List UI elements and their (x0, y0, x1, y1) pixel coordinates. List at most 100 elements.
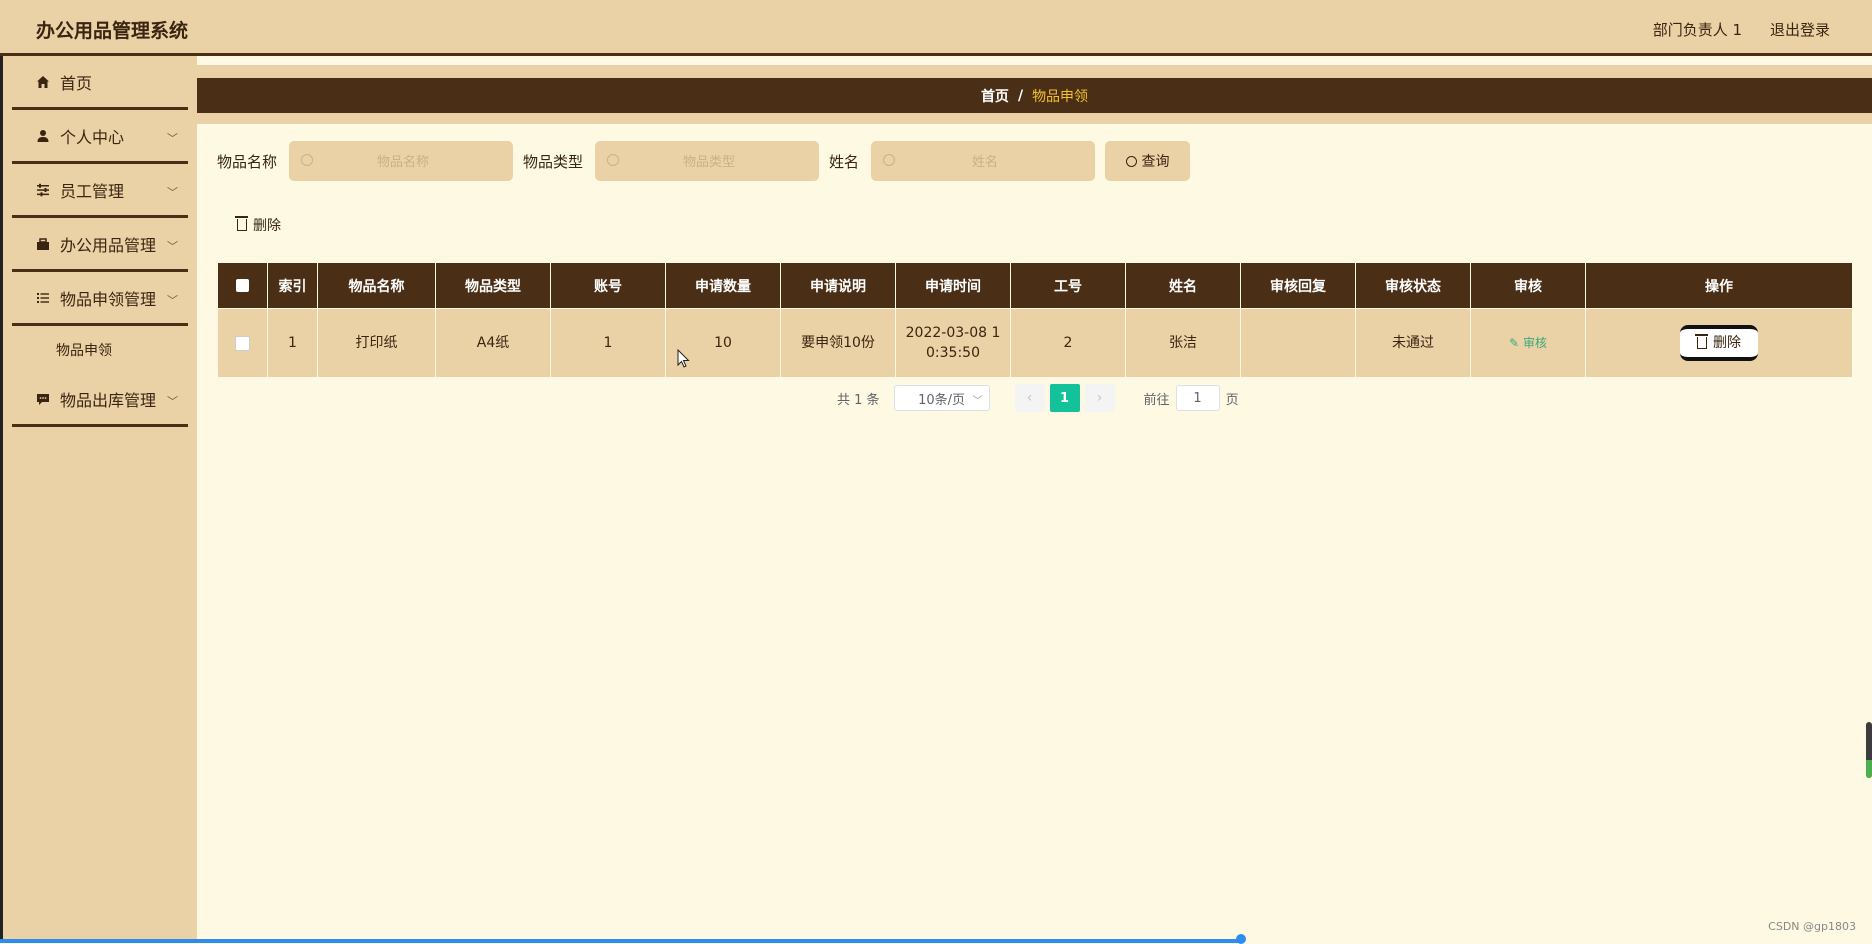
row-delete-button[interactable]: 删除 (1680, 325, 1758, 361)
goto-label: 前往 (1143, 392, 1170, 408)
sidebar-item-label: 个人中心 (60, 127, 125, 147)
top-header: 办公用品管理系统 部门负责人 1 退出登录 (0, 0, 1872, 56)
logout-link[interactable]: 退出登录 (1770, 19, 1830, 40)
column-header: 物品名称 (317, 262, 436, 309)
sidebar-subitem-requisition[interactable]: 物品申领 (3, 326, 197, 373)
column-header: 操作 (1585, 262, 1853, 309)
sidebar: 首页 个人中心 ﹀ 员工管理 ﹀ 办公用品管理 ﹀ 物品申领管理 ﹀ 物品申领 … (3, 56, 197, 943)
page-suffix: 页 (1225, 392, 1239, 408)
item-name-label: 物品名称 (217, 152, 278, 171)
user-icon (37, 129, 49, 142)
sidebar-item-employee-management[interactable]: 员工管理 ﹀ (12, 164, 188, 218)
column-header: 申请时间 (895, 262, 1011, 309)
chat-icon (37, 393, 49, 405)
table-header-row: 索引 物品名称 物品类型 账号 申请数量 申请说明 申请时间 工号 姓名 审核回… (217, 262, 1853, 309)
trash-icon (235, 216, 248, 231)
search-icon (301, 154, 314, 166)
prev-page-button[interactable]: ‹ (1014, 384, 1045, 412)
search-form: 物品名称 物品类型 姓名 查询 (217, 141, 1191, 183)
sidebar-item-home[interactable]: 首页 (12, 56, 188, 110)
sidebar-item-personal-center[interactable]: 个人中心 ﹀ (12, 110, 188, 164)
video-progress-bar[interactable] (0, 939, 1242, 943)
row-checkbox[interactable] (235, 335, 250, 351)
query-button[interactable]: 查询 (1105, 141, 1191, 181)
pagination: 共 1 条 10条/页 ﹀ ‹ 1 › 前往 页 (837, 384, 1239, 412)
item-type-input[interactable] (595, 141, 824, 183)
cell-time-line1: 2022-03-08 1 (905, 325, 1001, 341)
goto-page-input[interactable] (1175, 385, 1220, 411)
cell-account: 1 (550, 308, 666, 378)
sidebar-item-requisition-management[interactable]: 物品申领管理 ﹀ (12, 272, 188, 326)
name-field[interactable] (871, 141, 1100, 183)
table-row: 1 打印纸 A4纸 1 10 要申领10份 2022-03-08 1 0:35:… (217, 308, 1853, 378)
chevron-down-icon: ﹀ (167, 294, 178, 307)
sidebar-item-office-supplies[interactable]: 办公用品管理 ﹀ (12, 218, 188, 272)
sidebar-item-label: 首页 (60, 73, 93, 93)
scrollbar-accent (1866, 760, 1872, 778)
batch-delete-label: 删除 (253, 218, 281, 234)
cell-employee-no: 2 (1010, 308, 1126, 378)
chevron-down-icon: ﹀ (972, 396, 983, 407)
cell-status: 未通过 (1355, 308, 1471, 378)
column-header: 姓名 (1125, 262, 1241, 309)
breadcrumb-separator: / (1017, 87, 1024, 104)
row-select-cell[interactable] (217, 308, 268, 378)
column-header: 索引 (267, 262, 318, 309)
page-number-current[interactable]: 1 (1049, 384, 1080, 412)
item-name-field[interactable] (289, 141, 518, 183)
mouse-cursor-icon (677, 349, 690, 368)
requisition-table: 索引 物品名称 物品类型 账号 申请数量 申请说明 申请时间 工号 姓名 审核回… (217, 262, 1853, 378)
sidebar-item-label: 办公用品管理 (60, 235, 157, 255)
cell-reply (1240, 308, 1356, 378)
item-type-field[interactable] (595, 141, 824, 183)
audit-label: 审核 (1522, 336, 1547, 350)
column-header: 申请说明 (780, 262, 896, 309)
select-all-cell[interactable] (217, 262, 268, 309)
page-size-value: 10条/页 (918, 392, 966, 408)
chevron-down-icon: ﹀ (167, 395, 178, 408)
cell-item-type: A4纸 (435, 308, 551, 378)
column-header: 工号 (1010, 262, 1126, 309)
cell-item-name: 打印纸 (317, 308, 436, 378)
sidebar-item-label: 员工管理 (60, 181, 125, 201)
column-header: 审核 (1470, 262, 1586, 309)
pagination-total: 共 1 条 (837, 392, 880, 408)
page-size-select[interactable]: 10条/页 ﹀ (893, 385, 990, 411)
list-icon (37, 292, 49, 303)
audit-button[interactable]: ✎ 审核 (1509, 336, 1547, 350)
breadcrumb-home[interactable]: 首页 (981, 86, 1009, 106)
column-header: 申请数量 (665, 262, 781, 309)
item-name-input[interactable] (289, 141, 518, 183)
sliders-icon (37, 183, 49, 196)
select-all-checkbox[interactable] (236, 279, 249, 292)
batch-delete-button[interactable]: 删除 (235, 210, 281, 240)
search-icon (883, 154, 896, 166)
decor-strip-bottom (197, 113, 1872, 124)
cell-description: 要申领10份 (780, 308, 896, 378)
name-input[interactable] (871, 141, 1100, 183)
main-content: 首页 / 物品申领 物品名称 物品类型 姓名 查询 删除 (197, 59, 1872, 943)
chevron-down-icon: ﹀ (167, 186, 178, 199)
chevron-down-icon: ﹀ (167, 240, 178, 253)
search-icon (1125, 155, 1137, 167)
sidebar-item-label: 物品申领管理 (60, 289, 157, 309)
query-button-label: 查询 (1141, 154, 1170, 170)
row-delete-label: 删除 (1713, 335, 1741, 351)
app-title: 办公用品管理系统 (36, 20, 189, 42)
item-type-label: 物品类型 (523, 152, 584, 171)
cell-actions: 删除 (1585, 308, 1853, 378)
column-header: 审核状态 (1355, 262, 1471, 309)
breadcrumb: 首页 / 物品申领 (197, 78, 1872, 113)
column-header: 账号 (550, 262, 666, 309)
trash-icon (1695, 334, 1708, 349)
home-icon (37, 75, 49, 88)
column-header: 审核回复 (1240, 262, 1356, 309)
search-icon (607, 154, 620, 166)
next-page-button[interactable]: › (1084, 384, 1115, 412)
chevron-down-icon: ﹀ (167, 132, 178, 145)
name-label: 姓名 (829, 152, 860, 171)
sidebar-item-outbound-management[interactable]: 物品出库管理 ﹀ (12, 373, 188, 427)
watermark: CSDN @gp1803 (1768, 920, 1856, 933)
decor-strip-inner (197, 59, 1872, 65)
breadcrumb-current: 物品申领 (1032, 88, 1089, 105)
